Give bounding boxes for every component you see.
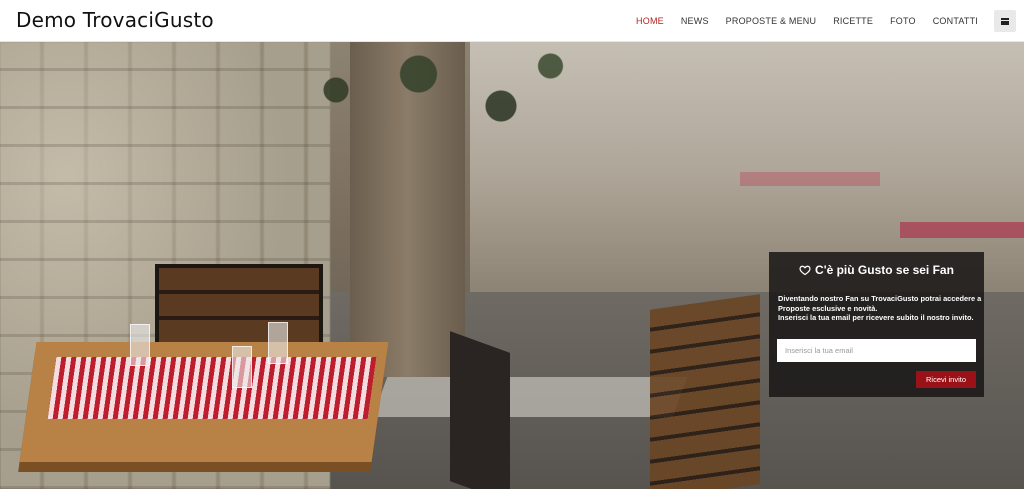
hero-glass	[268, 322, 288, 364]
hero-dark-chair	[450, 331, 510, 489]
fan-panel-line1: Diventando nostro Fan su TrovaciGusto po…	[778, 294, 982, 313]
nav-item-ricette[interactable]: RICETTE	[833, 16, 873, 26]
main-nav: HOME NEWS PROPOSTE & MENU RICETTE FOTO C…	[619, 0, 978, 42]
fan-panel-title: C'è più Gusto se sei Fan	[769, 263, 984, 277]
hamburger-menu-button[interactable]	[994, 10, 1016, 32]
nav-item-news[interactable]: NEWS	[681, 16, 709, 26]
nav-item-contatti[interactable]: CONTATTI	[933, 16, 978, 26]
hamburger-icon	[1001, 17, 1009, 25]
hero-plants	[270, 42, 600, 202]
hero-wooden-chair	[650, 294, 760, 489]
hero-chair	[155, 264, 323, 346]
nav-item-foto[interactable]: FOTO	[890, 16, 916, 26]
hero-step	[372, 377, 688, 417]
fan-panel-title-text: C'è più Gusto se sei Fan	[815, 263, 954, 277]
fan-panel-description: Diventando nostro Fan su TrovaciGusto po…	[778, 294, 983, 323]
nav-item-proposte-menu[interactable]: PROPOSTE & MENU	[726, 16, 817, 26]
hero-tablecloth	[47, 357, 377, 419]
site-header: Demo TrovaciGusto HOME NEWS PROPOSTE & M…	[0, 0, 1024, 42]
fan-panel-line2: Inserisci la tua email per ricevere subi…	[778, 313, 974, 322]
nav-item-home[interactable]: HOME	[636, 16, 664, 26]
email-field[interactable]	[777, 339, 976, 362]
hero-glass	[130, 324, 150, 366]
site-logo[interactable]: Demo TrovaciGusto	[16, 8, 214, 32]
hero-glass	[232, 346, 252, 388]
ricevi-invito-button[interactable]: Ricevi invito	[916, 371, 976, 388]
heart-outline-icon	[799, 265, 811, 276]
